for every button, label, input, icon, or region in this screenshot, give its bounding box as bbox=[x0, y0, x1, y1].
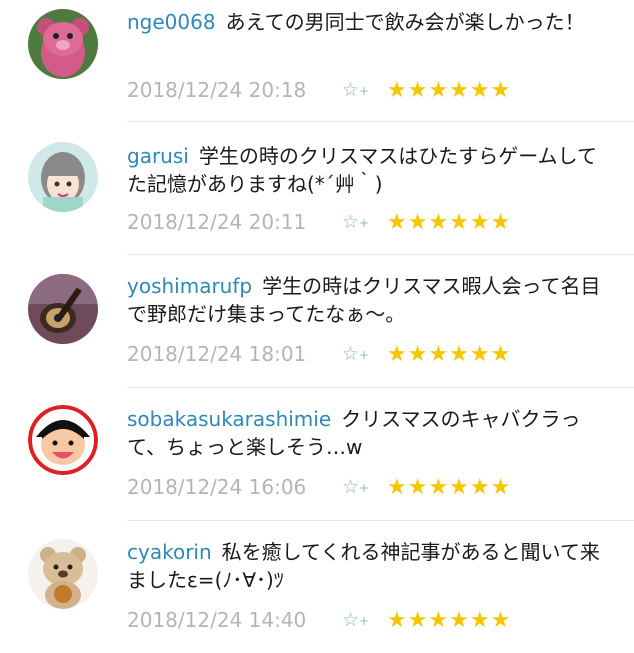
comment-body: 学生の時のクリスマスはひたすらゲームしてた記憶がありますね(*´艸｀) bbox=[127, 144, 598, 196]
comment-item: garusi 学生の時のクリスマスはひたすらゲームしてた記憶がありますね(*´艸｀… bbox=[0, 122, 634, 254]
timestamp: 2018/12/24 16:06 bbox=[127, 475, 307, 499]
comment-meta: 2018/12/24 20:18 ☆ + ★★★★★★ bbox=[127, 75, 511, 105]
comment-meta: 2018/12/24 20:11 ☆ + ★★★★★★ bbox=[127, 207, 511, 237]
comment-item: cyakorin 私を癒してくれる神記事があると聞いて来ましたε=(ﾉ･∀･)ﾂ … bbox=[0, 521, 634, 653]
star-rating: ★★★★★★ bbox=[387, 474, 512, 500]
avatar[interactable] bbox=[28, 405, 98, 475]
comment-body: あえての男同士で飲み会が楽しかった！ bbox=[225, 10, 585, 34]
comment-text: yoshimarufp 学生の時はクリスマス暇人会って名目で野郎だけ集まってたなぁ… bbox=[127, 272, 607, 328]
star-rating: ★★★★★★ bbox=[387, 341, 512, 367]
username-link[interactable]: cyakorin bbox=[127, 540, 212, 564]
comment-text: cyakorin 私を癒してくれる神記事があると聞いて来ましたε=(ﾉ･∀･)ﾂ bbox=[127, 538, 607, 594]
username-link[interactable]: garusi bbox=[127, 144, 189, 168]
comment-meta: 2018/12/24 14:40 ☆ + ★★★★★★ bbox=[127, 605, 511, 635]
comment-text: nge0068 あえての男同士で飲み会が楽しかった！ bbox=[127, 8, 607, 36]
avatar[interactable] bbox=[28, 9, 98, 79]
add-star-icon[interactable]: ☆ + bbox=[342, 343, 387, 365]
star-rating: ★★★★★★ bbox=[387, 77, 512, 103]
comment-text: sobakasukarashimie クリスマスのキャバクラって、ちょっと楽しそう… bbox=[127, 405, 607, 461]
add-star-icon[interactable]: ☆ + bbox=[342, 476, 387, 498]
avatar[interactable] bbox=[28, 274, 98, 344]
timestamp: 2018/12/24 20:18 bbox=[127, 78, 307, 102]
timestamp: 2018/12/24 20:11 bbox=[127, 210, 307, 234]
timestamp: 2018/12/24 18:01 bbox=[127, 342, 307, 366]
username-link[interactable]: yoshimarufp bbox=[127, 274, 252, 298]
comment-text: garusi 学生の時のクリスマスはひたすらゲームしてた記憶がありますね(*´艸｀… bbox=[127, 142, 607, 198]
comment-meta: 2018/12/24 16:06 ☆ + ★★★★★★ bbox=[127, 472, 511, 502]
comment-item: yoshimarufp 学生の時はクリスマス暇人会って名目で野郎だけ集まってたなぁ… bbox=[0, 255, 634, 387]
add-star-icon[interactable]: ☆ + bbox=[342, 211, 387, 233]
comment-item: sobakasukarashimie クリスマスのキャバクラって、ちょっと楽しそう… bbox=[0, 388, 634, 520]
username-link[interactable]: sobakasukarashimie bbox=[127, 407, 331, 431]
avatar[interactable] bbox=[28, 142, 98, 212]
timestamp: 2018/12/24 14:40 bbox=[127, 608, 307, 632]
username-link[interactable]: nge0068 bbox=[127, 10, 216, 34]
star-rating: ★★★★★★ bbox=[387, 209, 512, 235]
avatar[interactable] bbox=[28, 539, 98, 609]
add-star-icon[interactable]: ☆ + bbox=[342, 79, 387, 101]
add-star-icon[interactable]: ☆ + bbox=[342, 609, 387, 631]
star-rating: ★★★★★★ bbox=[387, 607, 512, 633]
comment-item: nge0068 あえての男同士で飲み会が楽しかった！ 2018/12/24 20:… bbox=[0, 0, 634, 132]
comment-meta: 2018/12/24 18:01 ☆ + ★★★★★★ bbox=[127, 339, 511, 369]
